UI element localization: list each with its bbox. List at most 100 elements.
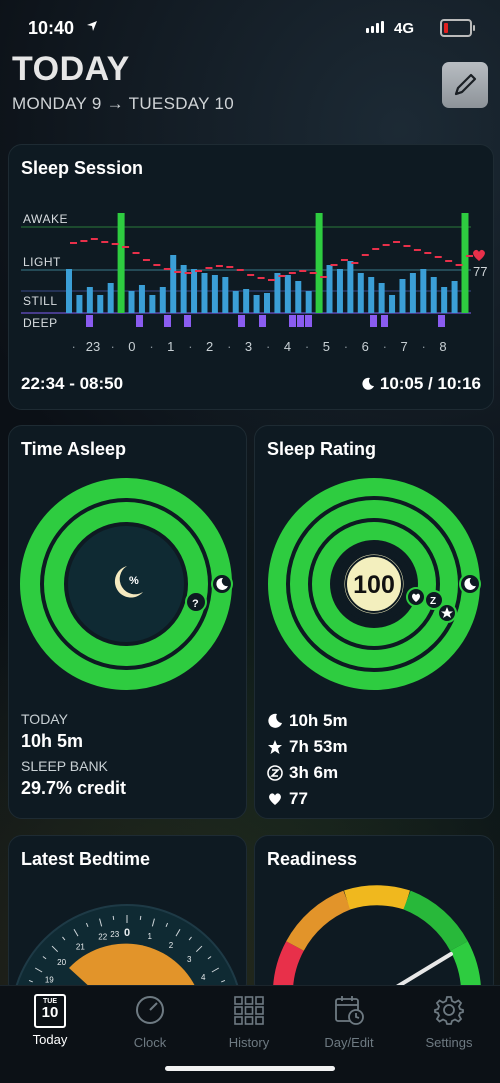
sleep-bar — [409, 273, 416, 313]
time-asleep-value: 10h 5m — [289, 711, 348, 730]
hour-tick-label: 1 — [167, 339, 175, 354]
sleep-bar — [201, 273, 208, 313]
clock-icon — [136, 996, 164, 1024]
sleep-bar — [389, 295, 396, 313]
deep-marker — [136, 315, 143, 327]
tab-history-label: History — [228, 1035, 270, 1050]
duration-value: 10:05 / 10:16 — [379, 374, 481, 393]
grid-icon — [234, 996, 264, 1025]
sleep-chart — [21, 213, 473, 327]
hour-dot: · — [188, 339, 193, 354]
signal-icon — [366, 21, 384, 33]
tab-settings-label: Settings — [425, 1035, 473, 1050]
hour-dot: · — [110, 339, 115, 354]
sleep-bar — [243, 289, 250, 313]
deep-marker — [297, 315, 304, 327]
sleep-bar — [149, 295, 156, 313]
sleep-bar — [357, 273, 364, 313]
dial-tick — [112, 915, 115, 920]
sleep-rating-title: Sleep Rating — [267, 439, 377, 459]
sleep-rating-rings: 100 Z — [268, 478, 481, 690]
sleep-bar — [232, 291, 239, 313]
sleep-bar — [420, 269, 427, 313]
tab-today-label: Today — [32, 1032, 68, 1047]
deep-marker — [164, 315, 171, 327]
dial-hour-label: 1 — [148, 932, 153, 941]
readiness-card[interactable]: Readiness — [254, 835, 494, 997]
dial-hour-label: 2 — [169, 941, 174, 950]
tab-day-edit-label: Day/Edit — [324, 1035, 374, 1050]
deep-marker — [184, 315, 191, 327]
sleep-bar — [253, 295, 260, 313]
time-asleep-card[interactable]: Time Asleep % ? TODAY 10h 5m SLEEP BANK … — [8, 425, 247, 819]
hour-tick-label: 23 — [85, 339, 101, 354]
sleep-bar — [211, 275, 218, 313]
sleep-bar — [274, 273, 281, 313]
rating-row-star: 7h 53m — [267, 737, 348, 757]
heart-rate-value: 77 — [289, 789, 308, 808]
dial-hour-label: 22 — [98, 932, 107, 941]
sleep-bar — [295, 281, 302, 313]
sleep-bar — [347, 261, 354, 313]
hour-dot: · — [71, 339, 76, 354]
sleep-bar — [399, 279, 406, 313]
sleep-bar — [159, 287, 166, 313]
dial-hour-label: 3 — [187, 955, 192, 964]
star-icon — [268, 740, 282, 754]
page-title: TODAY — [12, 50, 130, 88]
tab-day-edit[interactable]: Day/Edit — [299, 994, 399, 1050]
sleep-bar — [430, 277, 437, 313]
battery-icon — [440, 19, 475, 37]
hour-tick-label: 4 — [283, 339, 292, 354]
calendar-day-icon: TUE 10 — [34, 994, 66, 1028]
sleep-bar — [117, 213, 125, 313]
latest-bedtime-card[interactable]: Latest Bedtime 1920212223012345 — [8, 835, 247, 997]
sleep-bar — [264, 293, 270, 313]
sleep-session-card[interactable]: Sleep Session AWAKE LIGHT STILL DEEP 77 … — [8, 144, 494, 410]
sleep-bar — [191, 269, 198, 313]
hour-tick-label: 8 — [439, 339, 447, 354]
hour-dot: · — [382, 339, 387, 354]
heart-rate-value: 77 — [473, 264, 488, 279]
tab-clock[interactable]: Clock — [100, 994, 200, 1050]
dial-hour-label: 23 — [110, 930, 119, 939]
sleep-bar — [461, 213, 469, 313]
edit-button[interactable] — [442, 62, 488, 108]
sleep-bar — [315, 213, 323, 313]
hour-tick-label: 5 — [322, 339, 330, 354]
tab-settings[interactable]: Settings — [399, 994, 499, 1050]
calendar-clock-icon — [335, 996, 364, 1025]
heart-icon — [269, 793, 281, 805]
sleep-bar — [170, 255, 177, 313]
dial-tick — [139, 915, 142, 920]
hour-tick-label: 0 — [128, 339, 136, 354]
pencil-icon — [454, 73, 477, 96]
sleep-rating-card[interactable]: Sleep Rating 100 Z 10h 5m 7h 53m 3h 6m 7… — [254, 425, 494, 819]
deep-marker — [86, 315, 93, 327]
rating-row-moon: 10h 5m — [267, 711, 348, 731]
heart-icon — [473, 249, 485, 261]
readiness-gauge — [273, 885, 481, 990]
rating-row-deep: 3h 6m — [267, 763, 338, 783]
deep-marker — [305, 315, 312, 327]
tab-history[interactable]: History — [199, 994, 299, 1050]
hour-dot: · — [266, 339, 271, 354]
tab-today[interactable]: TUE 10 Today — [0, 994, 100, 1047]
time-asleep-rings: % ? — [20, 478, 233, 690]
location-arrow-icon — [87, 21, 97, 31]
deep-marker — [289, 315, 296, 327]
sleep-bar — [128, 291, 135, 313]
sleep-bank-label: SLEEP BANK — [21, 758, 108, 774]
hour-tick-label: 6 — [361, 339, 369, 354]
deep-marker — [370, 315, 377, 327]
time-asleep-title: Time Asleep — [21, 439, 127, 459]
svg-text:Z: Z — [430, 596, 436, 607]
hour-dot: · — [421, 339, 426, 354]
status-bar: 10:40 4G — [0, 0, 500, 46]
tab-clock-label: Clock — [133, 1035, 167, 1050]
sleep-bank-value: 29.7% credit — [21, 778, 127, 798]
bedtime-dial: 1920212223012345 — [12, 904, 242, 996]
sleep-bar — [326, 265, 333, 313]
svg-text:%: % — [129, 575, 139, 587]
sleep-time-range: 22:34 - 08:50 — [21, 374, 124, 393]
